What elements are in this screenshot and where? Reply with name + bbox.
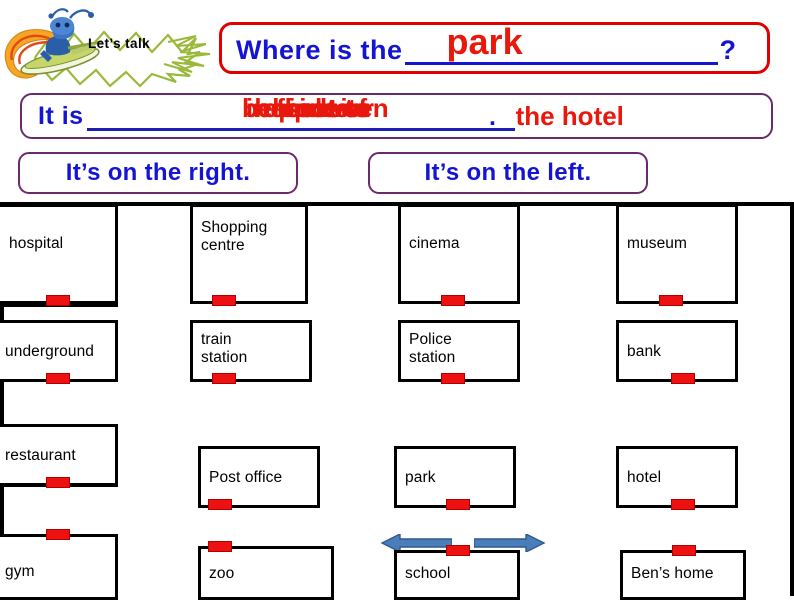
building-gym[interactable]: gym [0, 534, 118, 600]
answer-period: . [489, 103, 496, 131]
door-post-office [208, 499, 232, 510]
building-bens-home-label: Ben’s home [631, 565, 714, 582]
door-park [446, 499, 470, 510]
building-school[interactable]: school [394, 550, 520, 600]
building-museum[interactable]: museum [616, 204, 738, 304]
lets-talk-badge: Let’s talk [0, 0, 218, 92]
answer-blank-rule [86, 128, 515, 131]
building-bank-label: bank [627, 343, 662, 360]
town-map: hospital Shopping centre cinema museum u… [0, 198, 794, 600]
building-bens-home[interactable]: Ben’s home [620, 550, 746, 600]
building-restaurant-label: restaurant [5, 447, 76, 464]
building-cinema[interactable]: cinema [398, 204, 520, 304]
building-cinema-label: cinema [409, 235, 460, 252]
question-box: Where is the park ? [219, 21, 770, 74]
answer-line: It is behind beside in front of opposite nex… [38, 93, 768, 137]
building-park-label: park [405, 469, 436, 486]
question-blank[interactable]: park [404, 21, 718, 67]
building-post-office-label: Post office [209, 469, 283, 486]
door-hotel [671, 499, 695, 510]
door-police-station [441, 373, 465, 384]
building-police-station-label: Police station [409, 331, 456, 367]
building-hotel-label: hotel [627, 469, 662, 486]
door-bank [671, 373, 695, 384]
door-zoo [208, 541, 232, 552]
answer-box: It is behind beside in front of opposite nex… [20, 93, 773, 139]
question-line: Where is the park ? [236, 21, 759, 73]
door-shopping-centre [212, 295, 236, 306]
building-train-station[interactable]: train station [190, 320, 312, 382]
direction-box-left[interactable]: It’s on the left. [368, 152, 648, 194]
door-hospital [46, 295, 70, 306]
building-shopping-centre[interactable]: Shopping centre [190, 204, 308, 304]
door-restaurant [46, 477, 70, 488]
building-museum-label: museum [627, 235, 688, 252]
door-bens-home [672, 545, 696, 556]
lets-talk-label: Let’s talk [87, 36, 151, 51]
map-wall-right-upper [790, 202, 794, 596]
direction-box-right[interactable]: It’s on the right. [18, 152, 298, 194]
answer-stacked-options: behind beside in front of opposite next to be… [87, 93, 515, 123]
direction-box-right-label: It’s on the right. [65, 159, 251, 186]
building-train-station-label: train station [201, 331, 248, 367]
building-underground-label: underground [5, 343, 95, 360]
question-suffix: ? [719, 34, 737, 65]
door-gym [46, 529, 70, 540]
building-zoo[interactable]: zoo [198, 546, 334, 600]
building-hospital[interactable]: hospital [0, 204, 118, 304]
door-underground [46, 373, 70, 384]
building-school-label: school [405, 565, 451, 582]
answer-option-near: near [319, 93, 375, 123]
building-hospital-label: hospital [9, 235, 64, 252]
building-gym-label: gym [5, 563, 35, 580]
door-school [446, 545, 470, 556]
answer-blank[interactable]: behind beside in front of opposite next to be… [86, 93, 515, 131]
building-zoo-label: zoo [209, 565, 235, 582]
building-shopping-centre-label: Shopping centre [201, 219, 268, 255]
direction-box-left-label: It’s on the left. [424, 159, 592, 186]
door-train-station [212, 373, 236, 384]
door-cinema [441, 295, 465, 306]
question-prefix: Where is the [236, 34, 403, 65]
question-answer: park [446, 21, 523, 62]
door-museum [659, 295, 683, 306]
